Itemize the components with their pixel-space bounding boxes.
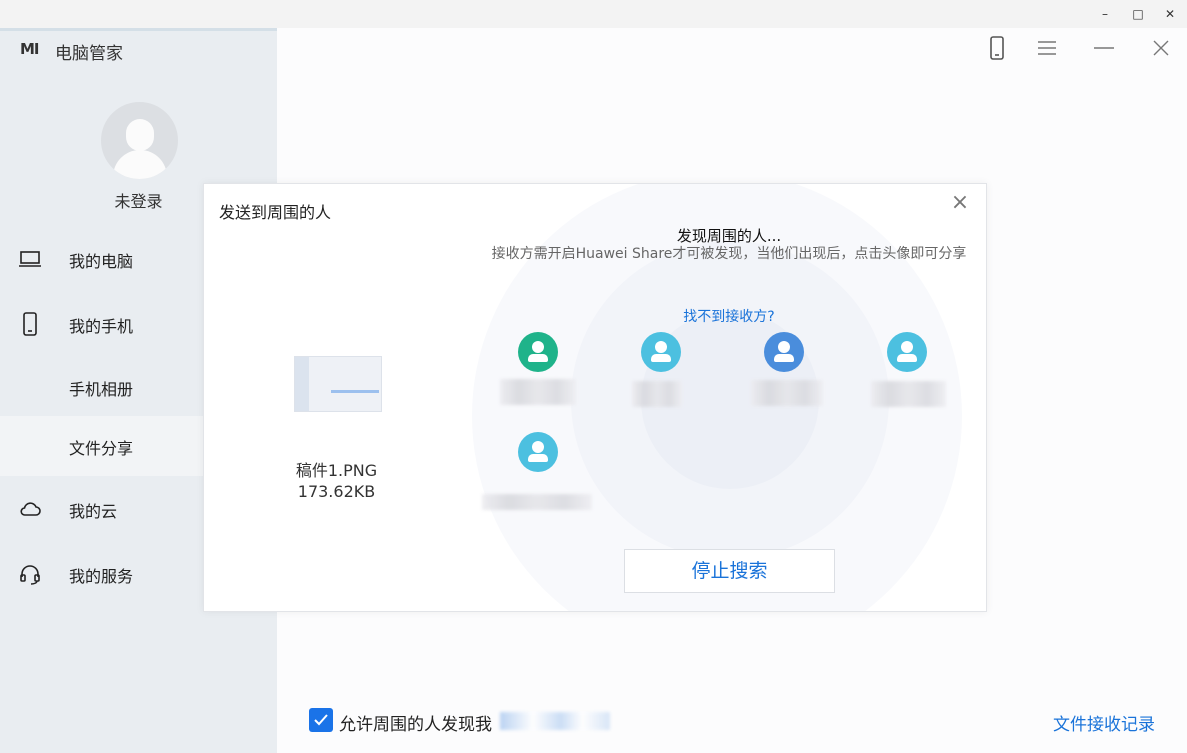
sidebar-item-label: 我的云 <box>69 502 118 521</box>
app-logo: MI <box>20 40 39 58</box>
file-name: 稿件1.PNG <box>295 461 378 480</box>
sidebar-item-label: 我的电脑 <box>69 252 134 271</box>
device-name-blurred <box>500 712 610 730</box>
send-to-nearby-dialog: 发送到周围的人 × 稿件1.PNG 173.62KB 发现周围的人... 接收方… <box>203 183 987 612</box>
dialog-close-button[interactable]: × <box>949 192 971 214</box>
nearby-person-avatar[interactable] <box>887 332 927 372</box>
phone-icon <box>23 312 37 336</box>
person-name-blurred <box>751 380 823 406</box>
person-name-blurred <box>632 381 682 407</box>
allow-discovery-label: 允许周围的人发现我 <box>339 715 492 735</box>
menu-icon[interactable] <box>1035 36 1059 60</box>
headset-icon <box>20 565 40 585</box>
nearby-person-avatar[interactable] <box>764 332 804 372</box>
file-size: 173.62KB <box>297 482 376 501</box>
nearby-person-avatar[interactable] <box>518 332 558 372</box>
nearby-person-avatar[interactable] <box>518 432 558 472</box>
app-title: 电脑管家 <box>55 44 123 64</box>
file-thumbnail <box>294 356 382 412</box>
discover-subtitle: 接收方需开启Huawei Share才可被发现，当他们出现后，点击头像即可分享 <box>491 246 967 262</box>
laptop-icon <box>19 251 41 267</box>
maximize-window-button[interactable]: □ <box>1128 4 1148 24</box>
discover-heading: 发现周围的人... <box>676 227 782 245</box>
minimize-icon[interactable] <box>1092 36 1116 60</box>
person-name-blurred <box>871 381 946 407</box>
close-window-button[interactable]: ✕ <box>1160 4 1180 24</box>
sidebar-item-label: 我的手机 <box>69 317 134 336</box>
cloud-icon <box>20 502 41 516</box>
stop-search-button[interactable]: 停止搜索 <box>624 549 835 593</box>
phone-connect-icon[interactable] <box>985 36 1009 60</box>
close-icon[interactable] <box>1149 36 1173 60</box>
allow-discovery-checkbox[interactable] <box>309 708 333 732</box>
minimize-window-button[interactable]: – <box>1095 4 1115 24</box>
nearby-person-avatar[interactable] <box>641 332 681 372</box>
dialog-title: 发送到周围的人 <box>219 203 332 222</box>
sidebar-item-label: 我的服务 <box>69 567 134 586</box>
sidebar-item-label: 文件分享 <box>69 439 134 458</box>
title-bar <box>0 0 1187 28</box>
sidebar-item-label: 手机相册 <box>69 380 134 399</box>
cannot-find-receiver-link[interactable]: 找不到接收方? <box>474 306 984 326</box>
user-avatar[interactable] <box>101 102 178 179</box>
person-name-blurred <box>500 379 576 405</box>
file-receive-records-link[interactable]: 文件接收记录 <box>1053 710 1155 735</box>
person-name-blurred <box>482 494 592 510</box>
